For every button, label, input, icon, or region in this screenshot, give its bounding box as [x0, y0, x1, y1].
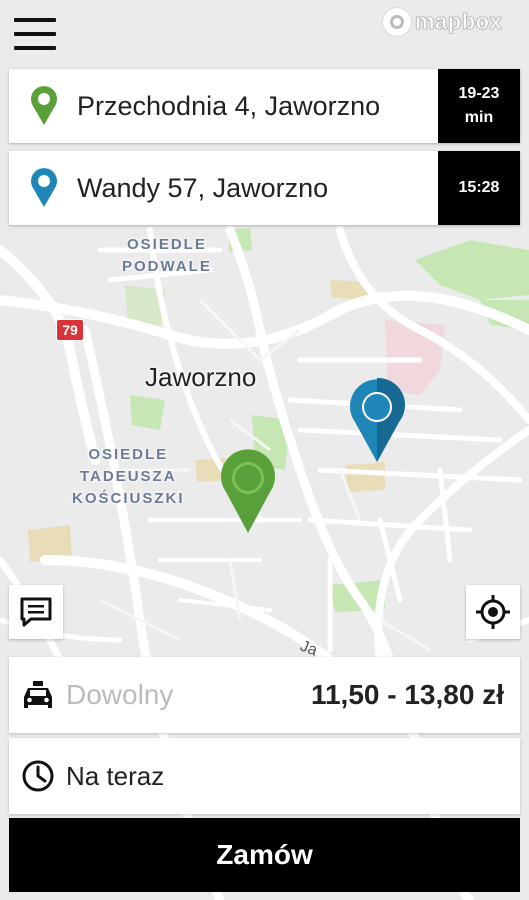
car-type-selector[interactable]: Dowolny 11,50 - 13,80 zł — [9, 657, 520, 733]
destination-arrival-time: 15:28 — [438, 151, 520, 225]
district-label-kosciuszki: OSIEDLE TADEUSZA KOŚCIUSZKI — [72, 444, 185, 510]
price-estimate: 11,50 - 13,80 zł — [310, 679, 504, 710]
district-label-podwale: OSIEDLE PODWALE — [122, 234, 212, 278]
chat-button[interactable] — [9, 585, 63, 639]
city-label: Jaworzno — [145, 362, 257, 392]
district-line: TADEUSZA — [79, 468, 177, 485]
pickup-eta: 19-23 min — [438, 69, 520, 143]
pickup-eta-value: 19-23 — [458, 85, 500, 102]
chat-icon — [20, 597, 52, 627]
pickup-eta-unit: min — [464, 109, 494, 126]
menu-icon[interactable] — [14, 18, 56, 50]
district-line: KOŚCIUSZKI — [72, 490, 185, 507]
mapbox-logo-text: mapbox — [415, 9, 503, 35]
car-type-label: Dowolny — [66, 679, 174, 710]
taxi-icon — [24, 681, 52, 708]
pin-icon — [31, 86, 57, 125]
mapbox-logo-icon: mapbox — [383, 8, 502, 36]
district-line: OSIEDLE — [88, 446, 169, 463]
pickup-address-field[interactable]: Przechodnia 4, Jaworzno — [9, 69, 438, 143]
arrival-time-value: 15:28 — [458, 179, 500, 196]
pickup-time-selector[interactable]: Na teraz — [9, 738, 520, 814]
pickup-time-label: Na teraz — [66, 760, 165, 791]
district-line: OSIEDLE — [126, 236, 207, 253]
destination-address-field[interactable]: Wandy 57, Jaworzno — [9, 151, 438, 225]
order-button[interactable]: Zamów — [9, 818, 520, 892]
clock-icon — [22, 760, 54, 792]
district-line: PODWALE — [122, 258, 212, 275]
pickup-address: Przechodnia 4, Jaworzno — [77, 90, 381, 121]
pickup-address-row[interactable]: Przechodnia 4, Jaworzno 19-23 min — [9, 69, 520, 143]
destination-address: Wandy 57, Jaworzno — [77, 172, 329, 203]
road-shield: 79 — [56, 319, 84, 341]
pin-icon — [31, 168, 57, 207]
locate-me-button[interactable] — [466, 585, 520, 639]
destination-address-row[interactable]: Wandy 57, Jaworzno 15:28 — [9, 151, 520, 225]
locate-icon — [476, 595, 510, 629]
